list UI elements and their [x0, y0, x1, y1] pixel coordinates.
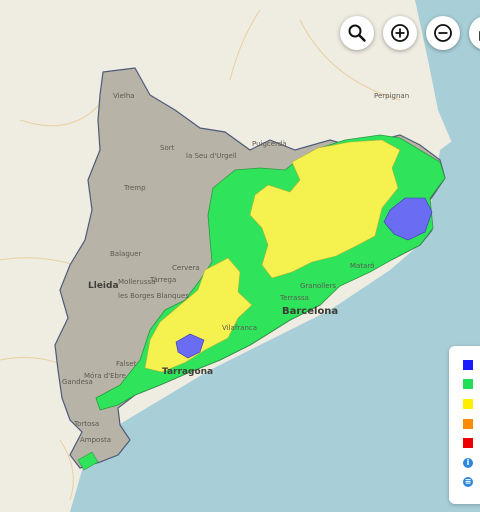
label-perpignan: Perpignan [374, 92, 409, 100]
label-gandesa: Gandesa [62, 378, 93, 386]
lock-icon [479, 31, 480, 41]
zoom-in-icon [391, 24, 409, 42]
label-sort: Sort [160, 144, 175, 152]
label-tortosa: Tortosa [73, 420, 99, 428]
label-vielha: Vielha [113, 92, 135, 100]
label-borges: les Borges Blanques [118, 292, 189, 300]
label-balaguer: Balaguer [110, 250, 142, 258]
label-tarragona: Tarragona [162, 367, 213, 377]
legend-panel: i ≡ [449, 346, 480, 504]
label-barcelona: Barcelona [282, 306, 338, 317]
legend-swatch-yellow[interactable] [463, 399, 473, 409]
label-amposta: Amposta [80, 436, 111, 444]
map[interactable]: Vielha Sort la Seu d'Urgell Puigcerdà Pe… [0, 0, 480, 512]
legend-swatch-blue[interactable] [463, 360, 473, 370]
label-tremp: Tremp [123, 184, 146, 192]
zoom-in-button[interactable] [383, 16, 417, 50]
label-terrassa: Terrassa [279, 294, 309, 302]
label-mataro: Mataró [350, 262, 374, 270]
legend-swatch-green[interactable] [463, 379, 473, 389]
zoom-out-button[interactable] [426, 16, 460, 50]
legend-swatch-orange[interactable] [463, 419, 473, 429]
info-icon[interactable]: i [463, 458, 473, 468]
label-granollers: Granollers [300, 282, 336, 290]
label-lleida: Lleida [88, 281, 119, 291]
magnifier-icon [348, 24, 366, 42]
label-tarrega: Tàrrega [149, 276, 176, 284]
label-puigcerda: Puigcerdà [252, 140, 287, 148]
label-seu: la Seu d'Urgell [186, 152, 237, 160]
zoom-out-icon [434, 24, 452, 42]
label-vilafranca: Vilafranca [222, 324, 257, 332]
label-cervera: Cervera [172, 264, 200, 272]
label-falset: Falset [116, 360, 137, 368]
layers-icon[interactable]: ≡ [463, 477, 473, 487]
legend-swatch-red[interactable] [463, 438, 473, 448]
search-button[interactable] [340, 16, 374, 50]
